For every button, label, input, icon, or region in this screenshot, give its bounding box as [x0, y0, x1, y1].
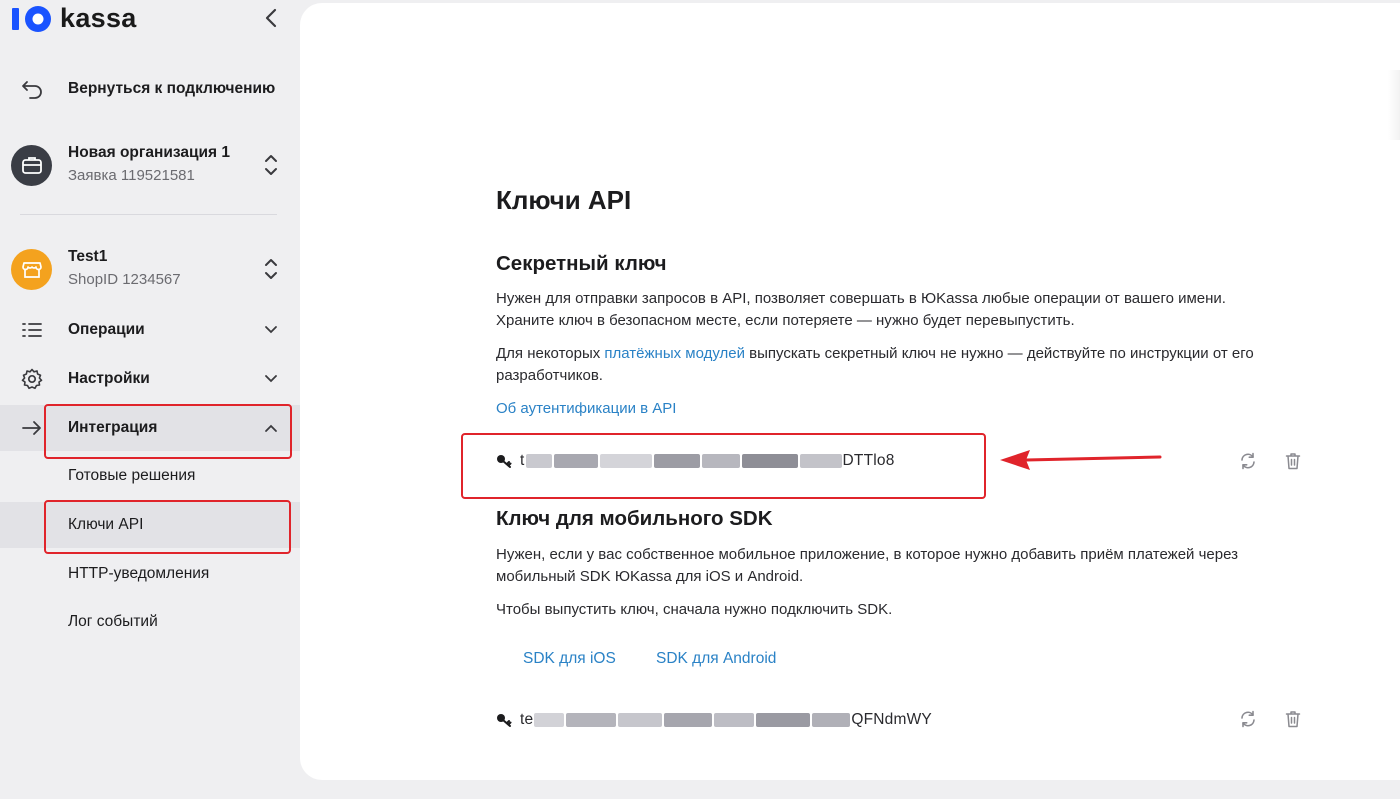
chevron-updown-icon — [265, 259, 277, 279]
sidebar-subitem-ready-solutions[interactable]: Готовые решения — [0, 455, 300, 497]
delete-key-button[interactable] — [1283, 451, 1303, 471]
redacted-segment — [714, 712, 755, 727]
logo-text: kassa — [60, 3, 137, 33]
key-icon — [497, 714, 512, 727]
sidebar-item-label: Операции — [68, 321, 145, 338]
back-label: Вернуться к подключению — [68, 80, 276, 97]
logo-mark-icon — [12, 5, 51, 32]
sidebar-subitem-label: Ключи API — [68, 516, 144, 533]
gear-icon — [19, 366, 45, 392]
mobile-key-row[interactable]: te QFNdmWY — [496, 711, 932, 729]
chevron-updown-icon — [265, 155, 277, 175]
scroll-edge — [1388, 70, 1400, 140]
shop-id: ShopID 1234567 — [68, 271, 181, 288]
redacted-segment — [525, 453, 552, 468]
refresh-icon — [1241, 710, 1255, 728]
sidebar-subitem-label: Лог событий — [68, 613, 158, 630]
sidebar-subitem-http-notifications[interactable]: HTTP-уведомления — [0, 553, 300, 595]
reissue-key-button[interactable] — [1238, 451, 1258, 471]
mobile-key-value: te QFNdmWY — [520, 711, 932, 729]
note-suffix: выпускать секретный ключ не нужно — дейс… — [745, 345, 1254, 362]
note-prefix: Для некоторых — [496, 345, 605, 362]
sidebar-subitem-label: Готовые решения — [68, 467, 196, 484]
store-icon — [21, 262, 42, 278]
chevron-left-icon — [265, 8, 277, 28]
redacted-segment — [756, 712, 811, 727]
briefcase-icon — [21, 157, 42, 174]
sdk-ios-button[interactable]: SDK для iOS — [523, 650, 616, 668]
redacted-segment — [566, 712, 617, 727]
sidebar-item-label: Интеграция — [68, 419, 158, 436]
redacted-segment — [812, 712, 851, 727]
sidebar: kassa Вернуться к подключению Новая орга… — [0, 0, 300, 799]
trash-icon — [1285, 453, 1301, 470]
org-switcher[interactable]: Новая организация 1 Заявка 119521581 — [0, 140, 300, 190]
redacted-segment — [553, 453, 598, 468]
main-card — [300, 3, 1400, 780]
payment-modules-note: Для некоторых платёжных модулей выпускат… — [496, 343, 1296, 387]
redacted-segment — [664, 712, 713, 727]
mobile-sdk-hint: Чтобы выпустить ключ, сначала нужно подк… — [496, 601, 893, 618]
yookassa-logo[interactable]: kassa — [10, 3, 137, 34]
redacted-segment — [799, 453, 842, 468]
payment-modules-link[interactable]: платёжных модулей — [604, 345, 745, 362]
secret-key-description: Нужен для отправки запросов в API, позво… — [496, 288, 1296, 332]
org-avatar — [11, 144, 52, 186]
trash-icon — [1285, 711, 1301, 728]
chevron-down-icon — [262, 370, 280, 388]
key-suffix: DTTlo8 — [842, 452, 895, 469]
mobile-sdk-description: Нужен, если у вас собственное мобильное … — [496, 544, 1296, 588]
refresh-icon — [1241, 452, 1255, 470]
redacted-segment — [599, 453, 652, 468]
redacted-segment — [653, 453, 700, 468]
key-prefix: t — [520, 452, 525, 469]
key-suffix: QFNdmWY — [851, 711, 932, 728]
org-request: Заявка 119521581 — [68, 167, 195, 184]
arrow-right-icon — [19, 415, 45, 441]
chevron-down-icon — [262, 321, 280, 339]
sidebar-item-integration[interactable]: Интеграция — [0, 405, 300, 451]
collapse-sidebar-button[interactable] — [260, 6, 282, 30]
sidebar-subitem-event-log[interactable]: Лог событий — [0, 601, 300, 643]
sidebar-divider — [20, 214, 277, 215]
mobile-sdk-heading: Ключ для мобильного SDK — [496, 507, 773, 530]
redacted-segment — [741, 453, 798, 468]
org-name: Новая организация 1 — [68, 144, 231, 161]
sidebar-subitem-api-keys[interactable]: Ключи API — [0, 502, 300, 548]
secret-key-value: t DTTlo8 — [520, 452, 895, 470]
red-arrow-icon — [1000, 450, 1162, 470]
api-auth-link[interactable]: Об аутентификации в API — [496, 398, 676, 420]
redacted-segment — [534, 712, 565, 727]
key-icon — [497, 455, 512, 468]
desc-line: Храните ключ в безопасном месте, если по… — [496, 312, 1075, 329]
sidebar-subitem-label: HTTP-уведомления — [68, 565, 210, 582]
note-line2: разработчиков. — [496, 367, 603, 384]
shop-switcher[interactable]: Test1 ShopID 1234567 — [0, 244, 300, 294]
secret-key-row[interactable]: t DTTlo8 — [496, 452, 895, 470]
reissue-mobile-key-button[interactable] — [1238, 709, 1258, 729]
key-prefix: te — [520, 711, 534, 728]
page-title: Ключи API — [496, 185, 632, 215]
redacted-segment — [618, 712, 663, 727]
list-icon — [19, 317, 45, 343]
delete-mobile-key-button[interactable] — [1283, 709, 1303, 729]
shop-name: Test1 — [68, 248, 108, 265]
undo-arrow-icon — [19, 76, 45, 102]
shop-avatar — [11, 248, 52, 290]
sidebar-item-label: Настройки — [68, 370, 150, 387]
desc-line: мобильный SDK ЮKassa для iOS и Android. — [496, 568, 804, 585]
secret-key-heading: Секретный ключ — [496, 252, 667, 275]
chevron-up-icon — [262, 419, 280, 437]
sdk-android-button[interactable]: SDK для Android — [656, 650, 776, 668]
desc-line: Нужен для отправки запросов в API, позво… — [496, 290, 1226, 307]
sidebar-item-operations[interactable]: Операции — [0, 311, 300, 349]
sidebar-item-settings[interactable]: Настройки — [0, 360, 300, 398]
back-to-connection-link[interactable]: Вернуться к подключению — [0, 74, 300, 104]
desc-line: Нужен, если у вас собственное мобильное … — [496, 546, 1238, 563]
redacted-segment — [701, 453, 740, 468]
